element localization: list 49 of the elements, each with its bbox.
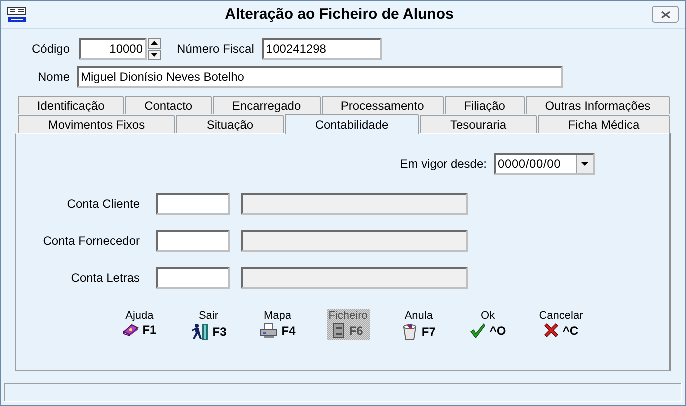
toolbar-button[interactable]: Sair F3	[188, 309, 229, 342]
up-arrow-icon	[151, 41, 158, 46]
bin-icon	[402, 323, 418, 341]
account-code-field[interactable]	[156, 230, 230, 252]
spin-button[interactable]	[148, 38, 162, 60]
window-title: Alteração ao Ficheiro de Alunos	[224, 6, 455, 23]
field-label: Nome	[38, 70, 70, 84]
close-button[interactable]	[652, 6, 679, 23]
input-field[interactable]: 10000	[79, 38, 148, 60]
toolbar-button[interactable]: Ajuda F1	[120, 309, 160, 338]
field-label: Em vigor desde:	[400, 157, 487, 171]
tab[interactable]: Identificação	[18, 96, 124, 114]
tab[interactable]: Situação	[176, 115, 284, 133]
toolbar-button[interactable]: Cancelar ^C	[537, 309, 586, 339]
date-dropdown[interactable]: 0000/00/00	[494, 153, 595, 175]
toolbar-button[interactable]: Ok ^O	[468, 309, 508, 340]
printer-icon	[260, 323, 278, 339]
dropdown-arrow-icon	[581, 162, 589, 166]
tab[interactable]: Contacto	[125, 96, 212, 114]
app-icon	[7, 6, 27, 22]
account-name-field[interactable]	[241, 193, 468, 215]
tab[interactable]: Filiação	[444, 96, 525, 114]
walking-person-icon	[190, 323, 209, 341]
input-field[interactable]: Miguel Dionísio Neves Botelho	[77, 66, 564, 88]
account-name-field[interactable]	[241, 230, 468, 252]
account-code-field[interactable]	[156, 267, 230, 289]
tab[interactable]: Contabilidade	[284, 114, 420, 134]
tab[interactable]: Encarregado	[213, 96, 321, 114]
check-icon	[470, 323, 486, 339]
field-label: Código	[32, 42, 70, 56]
down-arrow-icon	[151, 52, 158, 57]
field-label: Conta Fornecedor	[42, 234, 140, 248]
tab[interactable]: Outras Informações	[526, 96, 670, 114]
account-code-field[interactable]	[156, 193, 230, 215]
tab[interactable]: Ficha Médica	[538, 115, 670, 133]
field-label: Conta Letras	[70, 271, 140, 285]
cabinet-icon	[333, 323, 346, 339]
book-icon	[122, 323, 139, 337]
tab[interactable]: Processamento	[322, 96, 444, 114]
cross-icon	[544, 323, 559, 338]
toolbar-button[interactable]: Anula F7	[398, 309, 439, 342]
tab[interactable]: Movimentos Fixos	[18, 115, 176, 133]
field-label: Número Fiscal	[177, 42, 254, 56]
account-name-field[interactable]	[241, 267, 468, 289]
toolbar-button[interactable]: Mapa F4	[258, 309, 298, 340]
close-icon	[660, 10, 670, 18]
tab[interactable]: Tesouraria	[420, 115, 537, 133]
field-label: Conta Cliente	[66, 197, 140, 211]
input-field[interactable]: 100241298	[262, 38, 382, 60]
